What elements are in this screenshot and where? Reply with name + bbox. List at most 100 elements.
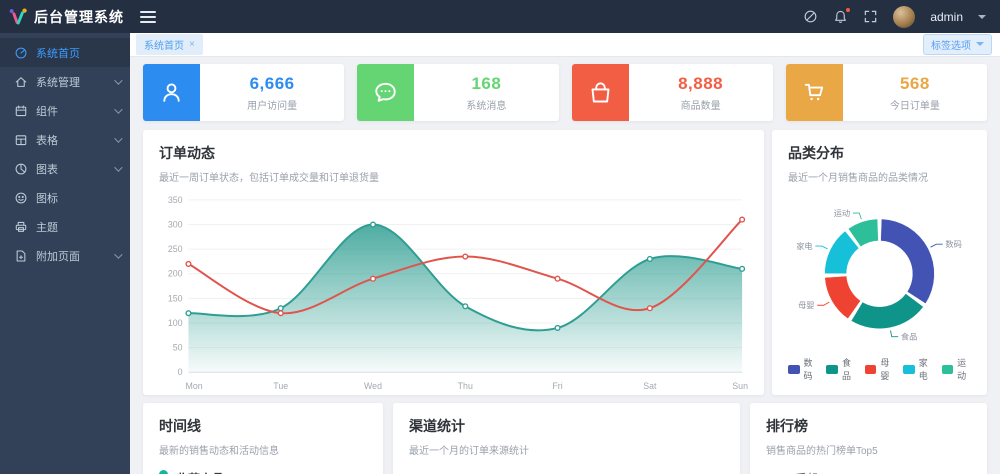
- chevron-down-icon[interactable]: [978, 15, 986, 23]
- orders-line-chart: 050100150200250300350MonTueWedThuFriSatS…: [159, 190, 748, 395]
- stat-card-0: 6,666 用户访问量: [143, 64, 344, 121]
- stat-value: 6,666: [250, 74, 295, 94]
- sidebar-item-label: 图标: [36, 190, 58, 206]
- theme-icon: [14, 220, 28, 234]
- header-actions: admin: [803, 6, 1000, 28]
- timeline-card-subtitle: 最新的销售动态和活动信息: [159, 442, 367, 457]
- home-icon: [14, 75, 28, 89]
- disable-notify-icon[interactable]: [803, 9, 818, 24]
- legend-swatch: [865, 365, 877, 374]
- sidebar-item-label: 主题: [36, 219, 58, 235]
- chevron-down-icon: [114, 134, 122, 142]
- stat-value: 568: [900, 74, 930, 94]
- svg-text:200: 200: [168, 269, 183, 279]
- channel-card-title: 渠道统计: [409, 416, 724, 436]
- main-content: 6,666用户访问量168系统消息8,888商品数量568今日订单量 订单动态 …: [130, 57, 1000, 474]
- svg-text:Mon: Mon: [186, 381, 203, 391]
- sidebar-item-theme[interactable]: 主题: [0, 212, 130, 241]
- donut-legend: 数码食品母婴家电运动: [788, 356, 971, 382]
- categories-donut-chart: 数码食品母婴家电运动: [788, 192, 971, 352]
- tag-options-button[interactable]: 标签选项: [923, 34, 992, 55]
- svg-text:家电: 家电: [796, 241, 812, 251]
- sidebar: 系统首页系统管理组件表格图表图标主题附加页面: [0, 33, 130, 474]
- categories-chart-card: 品类分布 最近一个月销售商品的品类情况 数码食品母婴家电运动 数码食品母婴家电运…: [772, 130, 987, 395]
- sidebar-item-components[interactable]: 组件: [0, 96, 130, 125]
- table-icon: [14, 133, 28, 147]
- sidebar-item-icons[interactable]: 图标: [0, 183, 130, 212]
- stat-label: 系统消息: [466, 97, 506, 112]
- components-icon: [14, 104, 28, 118]
- categories-card-subtitle: 最近一个月销售商品的品类情况: [788, 169, 971, 184]
- ranking-card-title: 排行榜: [766, 416, 971, 436]
- stat-card-2: 8,888 商品数量: [572, 64, 773, 121]
- menu-toggle-icon[interactable]: [140, 11, 156, 23]
- stat-label: 商品数量: [681, 97, 721, 112]
- svg-text:食品: 食品: [901, 331, 917, 341]
- app-logo-icon: [8, 7, 28, 27]
- svg-text:0: 0: [178, 367, 183, 377]
- timeline-item: 收藏商品30分钟前xxx收藏了你的商品，就是不买: [159, 470, 367, 474]
- stat-value: 8,888: [678, 74, 723, 94]
- rank-name: 手机: [795, 470, 819, 474]
- close-icon[interactable]: ×: [189, 40, 195, 50]
- bell-icon[interactable]: [833, 9, 848, 24]
- legend-label: 运动: [957, 356, 971, 382]
- categories-card-title: 品类分布: [788, 143, 971, 163]
- svg-text:运动: 运动: [834, 208, 850, 218]
- svg-text:Wed: Wed: [364, 381, 382, 391]
- chevron-down-icon: [114, 163, 122, 171]
- sidebar-item-system[interactable]: 系统管理: [0, 67, 130, 96]
- dashboard-icon: [14, 46, 28, 60]
- legend-label: 母婴: [880, 356, 894, 382]
- svg-text:Sun: Sun: [732, 381, 748, 391]
- icons-icon: [14, 191, 28, 205]
- user-icon: [143, 64, 200, 121]
- ranking-card: 排行榜 销售商品的热门榜单Top5 1手机销量：10000: [750, 403, 987, 474]
- legend-label: 数码: [804, 356, 818, 382]
- sidebar-item-label: 组件: [36, 103, 58, 119]
- timeline-item-title: 收藏商品: [176, 470, 224, 474]
- svg-text:Sat: Sat: [643, 381, 657, 391]
- user-avatar[interactable]: [893, 6, 915, 28]
- legend-item[interactable]: 运动: [942, 356, 971, 382]
- legend-item[interactable]: 数码: [788, 356, 817, 382]
- stat-label: 用户访问量: [247, 97, 297, 112]
- orders-chart-card: 订单动态 最近一周订单状态，包括订单成交量和订单退货量 050100150200…: [143, 130, 764, 395]
- sidebar-item-table[interactable]: 表格: [0, 125, 130, 154]
- svg-text:Tue: Tue: [273, 381, 288, 391]
- svg-text:Fri: Fri: [552, 381, 562, 391]
- timeline-items: 收藏商品30分钟前xxx收藏了你的商品，就是不买: [159, 470, 367, 474]
- stat-card-3: 568今日订单量: [786, 64, 987, 121]
- sidebar-item-pages[interactable]: 附加页面: [0, 241, 130, 270]
- sidebar-item-label: 表格: [36, 132, 58, 148]
- sidebar-item-label: 系统管理: [36, 74, 80, 90]
- message-icon: [357, 64, 414, 121]
- tab-bar: 系统首页 × 标签选项: [130, 33, 1000, 57]
- timeline-dot: [159, 470, 168, 474]
- pages-icon: [14, 249, 28, 263]
- svg-text:50: 50: [173, 343, 183, 353]
- svg-text:100: 100: [168, 318, 183, 328]
- legend-swatch: [826, 365, 838, 374]
- legend-swatch: [903, 365, 915, 374]
- svg-text:350: 350: [168, 195, 183, 205]
- sidebar-item-label: 系统首页: [36, 45, 80, 61]
- legend-item[interactable]: 食品: [826, 356, 855, 382]
- sidebar-item-charts[interactable]: 图表: [0, 154, 130, 183]
- brand: 后台管理系统: [0, 7, 130, 27]
- orders-card-title: 订单动态: [159, 143, 748, 163]
- cart-icon: [786, 64, 843, 121]
- ranking-card-subtitle: 销售商品的热门榜单Top5: [766, 442, 971, 457]
- legend-swatch: [942, 365, 954, 374]
- fullscreen-icon[interactable]: [863, 9, 878, 24]
- sidebar-item-label: 图表: [36, 161, 58, 177]
- sidebar-item-home[interactable]: 系统首页: [0, 38, 130, 67]
- app-title: 后台管理系统: [34, 7, 124, 27]
- sidebar-item-label: 附加页面: [36, 248, 80, 264]
- tab-home[interactable]: 系统首页 ×: [136, 34, 203, 55]
- username[interactable]: admin: [930, 10, 963, 24]
- stat-cards-row: 6,666用户访问量168系统消息8,888商品数量568今日订单量: [143, 64, 987, 121]
- svg-text:母婴: 母婴: [798, 301, 814, 310]
- legend-item[interactable]: 家电: [903, 356, 932, 382]
- legend-item[interactable]: 母婴: [865, 356, 894, 382]
